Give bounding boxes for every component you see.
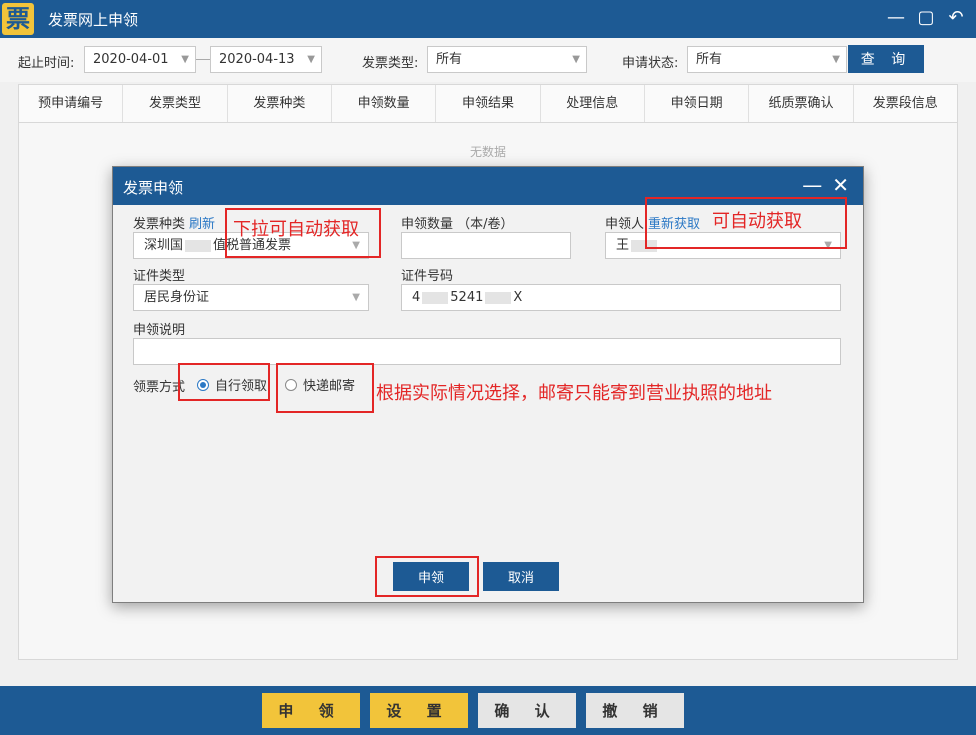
start-time-label: 起止时间: (18, 56, 75, 71)
column-header: 发票类型 (123, 85, 228, 122)
status-label: 申请状态: (622, 56, 679, 71)
revoke-button[interactable]: 撤 销 (586, 693, 684, 728)
chevron-down-icon: ▼ (572, 54, 580, 65)
invoice-kind-label: 发票种类 刷新 (133, 217, 216, 232)
start-date-field[interactable]: 2020-04-01 ▼ (84, 46, 196, 73)
maximize-icon[interactable]: ▢ (916, 8, 936, 28)
cancel-button[interactable]: 取消 (483, 562, 559, 591)
annotation-auto: 可自动获取 (712, 211, 802, 232)
filter-bar: 起止时间: 2020-04-01 ▼ 2020-04-13 ▼ 发票类型: 所有 ▼ … (0, 38, 976, 82)
chevron-down-icon: ▼ (307, 54, 315, 65)
confirm-button[interactable]: 确 认 (478, 693, 576, 728)
column-header: 预申请编号 (19, 85, 124, 122)
column-header: 纸质票确认 (749, 85, 854, 122)
empty-text: 无数据 (469, 145, 506, 159)
minimize-icon[interactable]: — (886, 8, 906, 28)
date-separator (196, 59, 210, 60)
title-bar: 票 发票网上申领 — ▢ ↶ (0, 0, 976, 38)
chevron-down-icon: ▼ (832, 54, 840, 65)
id-type-label: 证件类型 (133, 269, 186, 284)
remark-label: 申领说明 (133, 323, 186, 338)
table-header: 预申请编号 发票类型 发票种类 申领数量 申领结果 处理信息 申领日期 纸质票确认 发票段信息 (19, 85, 957, 123)
dialog-minimize-icon[interactable]: — (802, 173, 822, 197)
dialog-title: 发票申领 (123, 179, 184, 197)
invoice-type-select[interactable]: 所有 ▼ (427, 46, 587, 73)
app-title: 发票网上申领 (48, 10, 139, 29)
id-type-select[interactable]: 居民身份证 ▼ (133, 284, 369, 311)
settings-button[interactable]: 设 置 (370, 693, 468, 728)
remark-input[interactable] (133, 338, 841, 365)
end-date-field[interactable]: 2020-04-13 ▼ (210, 46, 322, 73)
refresh-link[interactable]: 刷新 (189, 217, 215, 232)
annotation-box-self (178, 363, 270, 401)
chevron-down-icon: ▼ (352, 292, 360, 303)
column-header: 申领数量 (332, 85, 437, 122)
annotation-dropdown: 下拉可自动获取 (233, 219, 359, 240)
column-header: 申领结果 (436, 85, 541, 122)
query-button[interactable]: 查 询 (848, 45, 924, 73)
annotation-box-submit (375, 556, 479, 597)
quantity-label: 申领数量 （本/卷） (401, 217, 514, 232)
close-icon[interactable]: ✕ (832, 173, 849, 197)
annotation-mail: 根据实际情况选择，邮寄只能寄到营业执照的地址 (376, 383, 772, 404)
column-header: 申领日期 (645, 85, 750, 122)
bottom-toolbar: 申 领 设 置 确 认 撤 销 (0, 686, 976, 735)
chevron-down-icon: ▼ (181, 54, 189, 65)
column-header: 发票种类 (228, 85, 332, 122)
annotation-box-mail (276, 363, 374, 413)
column-header: 处理信息 (541, 85, 645, 122)
invoice-type-label: 发票类型: (362, 56, 419, 71)
id-number-input[interactable]: 4 5241 X (401, 284, 841, 311)
quantity-input[interactable] (401, 232, 571, 259)
apply-button[interactable]: 申 领 (262, 693, 360, 728)
back-icon[interactable]: ↶ (946, 8, 966, 28)
column-header: 发票段信息 (872, 96, 938, 111)
status-select[interactable]: 所有 ▼ (687, 46, 847, 73)
id-number-label: 证件号码 (401, 269, 454, 284)
app-logo: 票 (0, 0, 36, 38)
